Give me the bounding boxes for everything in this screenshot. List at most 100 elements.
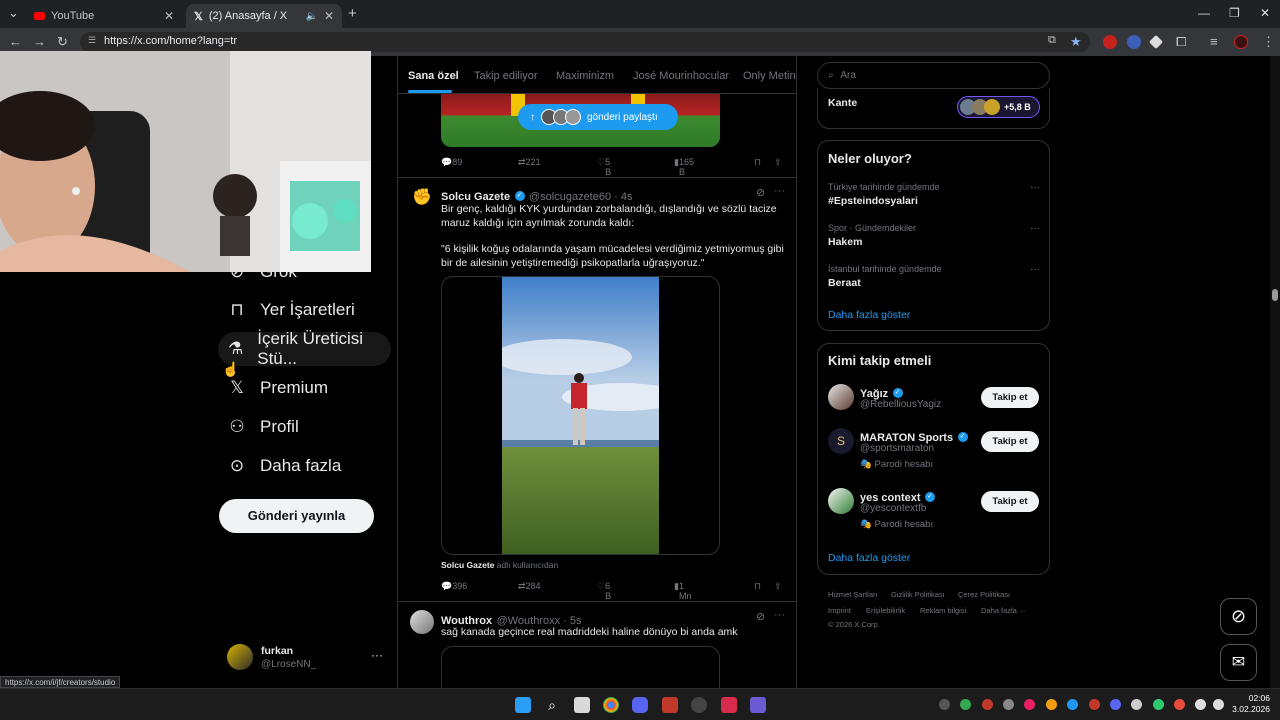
app-icon[interactable] (662, 697, 678, 713)
site-info-icon[interactable]: ☰ (88, 35, 96, 46)
close-tab-icon[interactable]: ✕ (164, 9, 174, 23)
more-dots-icon[interactable]: ··· (1030, 182, 1040, 193)
like-button[interactable]: ♡ 6 B (597, 581, 611, 601)
avatar[interactable] (410, 610, 434, 634)
clock[interactable]: 02:06 3.02.2026 (1230, 693, 1270, 715)
nav-bookmarks[interactable]: ⊓ Yer İşaretleri (218, 293, 365, 327)
footer-link[interactable]: Hizmet Şartları (828, 590, 878, 599)
footer-link[interactable]: Reklam bilgisi (920, 606, 966, 615)
tray-icon[interactable] (1153, 699, 1164, 710)
scrollbar-thumb[interactable] (1272, 289, 1278, 301)
restore-icon[interactable]: ❐ (1229, 6, 1240, 20)
minimize-icon[interactable]: — (1198, 6, 1210, 20)
follow-button[interactable]: Takip et (981, 387, 1039, 408)
app-icon[interactable] (750, 697, 766, 713)
steam-icon[interactable] (691, 697, 707, 713)
tray-icon[interactable] (1046, 699, 1057, 710)
new-tab-icon[interactable]: + (348, 5, 357, 22)
discord-icon[interactable] (632, 697, 648, 713)
forward-icon[interactable]: → (33, 34, 46, 49)
like-button[interactable]: ♡ 5 B (597, 157, 611, 177)
footer-link[interactable]: Çerez Politikası (958, 590, 1010, 599)
audio-icon[interactable]: 🔈 (305, 11, 317, 22)
menu-icon[interactable]: ⋮ (1262, 34, 1275, 50)
bookmark-icon[interactable]: ⊓ (754, 581, 761, 592)
more-dots-icon[interactable]: ··· (774, 609, 785, 621)
back-icon[interactable]: ← (9, 34, 22, 49)
repost-button[interactable]: ⇄ 284 (518, 581, 541, 592)
post-button[interactable]: Gönderi yayınla (219, 499, 374, 533)
discord-tray-icon[interactable] (1110, 699, 1121, 710)
footer-link[interactable]: Daha fazla ··· (981, 606, 1026, 615)
tab-youtube[interactable]: YouTube ✕ (26, 4, 182, 28)
messages-floating-button[interactable]: ✉ (1220, 644, 1257, 681)
new-posts-pill[interactable]: ↑ gönderi paylaştı (518, 104, 678, 130)
nav-more[interactable]: ⊙ Daha fazla (218, 449, 351, 483)
bookmark-icon[interactable]: ⊓ (754, 157, 761, 168)
reload-icon[interactable]: ↻ (57, 34, 68, 50)
spaces-listeners[interactable]: +5,8 B (957, 96, 1040, 118)
tray-icon[interactable] (960, 699, 971, 710)
trend-item[interactable]: Spor · Gündemdekiler Hakem ··· (828, 223, 1040, 253)
chrome-icon[interactable] (603, 697, 619, 713)
tweet[interactable]: ✊ Solcu Gazete ✓ @solcugazete60 · 4s ⊘ ·… (398, 178, 796, 602)
page-scrollbar[interactable] (1270, 56, 1280, 688)
extensions-puzzle-icon[interactable]: ⧠ (1176, 34, 1186, 50)
tray-icon[interactable] (1024, 699, 1035, 710)
spaces-card[interactable]: Kante +5,8 B (817, 88, 1050, 129)
repost-button[interactable]: ⇄ 221 (518, 157, 541, 168)
tweet[interactable]: ↑ gönderi paylaştı 💬 89 ⇄ 221 ♡ 5 B ▮ 16… (398, 94, 796, 178)
bluetooth-icon[interactable] (1067, 699, 1078, 710)
tab-only-metin2[interactable]: Only Metin2 (743, 70, 796, 82)
tweet-video[interactable] (441, 276, 720, 555)
trend-item[interactable]: Türkiye tarihinde gündemde #Epsteindosya… (828, 182, 1040, 212)
more-dots-icon[interactable]: ··· (371, 648, 383, 662)
more-dots-icon[interactable]: ··· (774, 185, 785, 197)
tab-following[interactable]: Takip ediliyor (474, 70, 538, 82)
views-button[interactable]: ▮ 1 Mn (674, 581, 691, 601)
tray-icon[interactable] (982, 699, 993, 710)
volume-icon[interactable] (1195, 699, 1206, 710)
tray-icon[interactable] (1089, 699, 1100, 710)
reply-button[interactable]: 💬 89 (441, 157, 462, 168)
share-icon[interactable]: ⇪ (774, 581, 782, 592)
tab-search-icon[interactable]: ⌄ (8, 5, 19, 21)
tray-icon[interactable] (1131, 699, 1142, 710)
extension-icon[interactable] (1103, 35, 1117, 49)
bookmark-star-icon[interactable]: ★ (1070, 34, 1082, 50)
microphone-icon[interactable] (1174, 699, 1185, 710)
show-more-link[interactable]: Daha fazla göster (828, 309, 910, 321)
app-icon[interactable] (721, 697, 737, 713)
window-close-icon[interactable]: ✕ (1260, 6, 1270, 20)
avatar[interactable]: ✊ (410, 186, 434, 210)
footer-link[interactable]: Imprint (828, 606, 851, 615)
install-app-icon[interactable]: ⧉ (1048, 34, 1056, 47)
follow-button[interactable]: Takip et (981, 431, 1039, 452)
show-more-link[interactable]: Daha fazla göster (828, 552, 910, 564)
tab-jose-mourinhocular[interactable]: José Mourinhocular (633, 70, 729, 82)
tab-for-you[interactable]: Sana özel (408, 70, 459, 82)
more-dots-icon[interactable]: ··· (1030, 223, 1040, 234)
tray-icon[interactable] (1003, 699, 1014, 710)
tray-icon[interactable] (939, 699, 950, 710)
address-bar[interactable]: ☰ https://x.com/home?lang=tr (80, 32, 1090, 52)
extension-icon[interactable] (1148, 34, 1164, 50)
search-icon[interactable]: ⌕ (544, 697, 560, 713)
wifi-icon[interactable] (1213, 699, 1224, 710)
tab-x-home[interactable]: 𝕏 (2) Anasayfa / X 🔈 ✕ (186, 4, 342, 28)
profile-avatar[interactable] (1234, 35, 1248, 49)
tab-maximinizm[interactable]: Maximinizm (556, 70, 614, 82)
search-input[interactable]: ⌕ Ara (817, 62, 1050, 89)
more-dots-icon[interactable]: ··· (1030, 264, 1040, 275)
reply-button[interactable]: 💬 396 (441, 581, 467, 592)
account-switcher[interactable]: furkan @LroseNN_ ··· (227, 644, 387, 674)
nav-profile[interactable]: ⚇ Profil (218, 410, 309, 444)
extension-icon[interactable] (1127, 35, 1141, 49)
grok-icon[interactable]: ⊘ (756, 610, 765, 623)
grok-icon[interactable]: ⊘ (756, 186, 765, 199)
views-button[interactable]: ▮ 165 B (674, 157, 694, 177)
windows-start-icon[interactable] (515, 697, 531, 713)
share-icon[interactable]: ⇪ (774, 157, 782, 168)
media-control-icon[interactable]: ≡ (1210, 34, 1218, 49)
grok-floating-button[interactable]: ⊘ (1220, 598, 1257, 635)
